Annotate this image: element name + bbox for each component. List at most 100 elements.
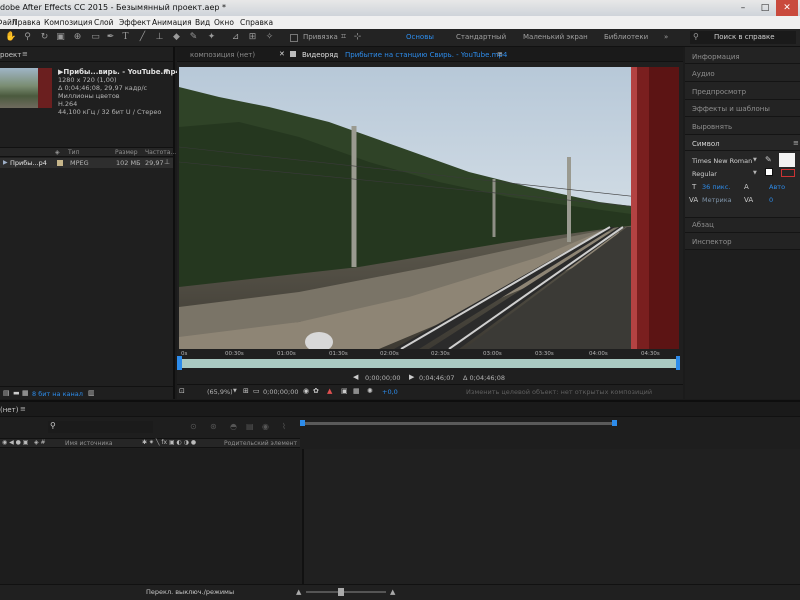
axis-view-icon[interactable]: ✧ bbox=[264, 32, 275, 43]
menu-view[interactable]: Вид bbox=[195, 16, 210, 29]
project-tab[interactable]: роект bbox=[0, 51, 21, 59]
color-management-icon[interactable]: ✺ bbox=[367, 387, 373, 395]
rate-column-header[interactable]: Частота... bbox=[145, 149, 176, 156]
maximize-button[interactable]: □ bbox=[754, 0, 776, 16]
paragraph-panel-tab[interactable]: Абзац bbox=[692, 221, 714, 229]
project-search-field[interactable] bbox=[4, 119, 170, 129]
pan-behind-tool-icon[interactable]: ⊕ bbox=[72, 32, 83, 43]
minimize-button[interactable]: – bbox=[732, 0, 754, 16]
eyedropper-icon[interactable]: ✎ bbox=[765, 155, 772, 164]
interpret-footage-icon[interactable]: ▤ bbox=[3, 389, 10, 397]
exposure-value[interactable]: +0,0 bbox=[382, 388, 398, 396]
grid-toggle-icon[interactable]: ⊞ bbox=[243, 387, 249, 395]
shy-layers-icon[interactable]: ◓ bbox=[230, 422, 237, 431]
project-item-row[interactable]: ▶ Прибы...p4 MPEG 102 MБ 29,97 ⊥ bbox=[0, 158, 173, 168]
camera-tool-icon[interactable]: ▣ bbox=[55, 32, 66, 43]
toggle-switches-modes[interactable]: Перекл. выключ./режимы bbox=[146, 588, 234, 596]
kerning-value[interactable]: Метрика bbox=[702, 196, 732, 204]
clone-stamp-tool-icon[interactable]: ⊥ bbox=[154, 32, 165, 43]
zoom-level[interactable]: (65,9%) bbox=[207, 388, 233, 396]
type-column-header[interactable]: Тип bbox=[68, 149, 80, 156]
go-to-out-point-icon[interactable]: ▶ bbox=[409, 373, 414, 381]
work-area-start-handle[interactable] bbox=[300, 420, 305, 426]
close-footage-tab-icon[interactable]: ✕ bbox=[279, 50, 285, 58]
menu-animation[interactable]: Анимация bbox=[152, 16, 192, 29]
close-button[interactable]: ✕ bbox=[776, 0, 798, 16]
work-area-end-handle[interactable] bbox=[612, 420, 617, 426]
font-family-dropdown[interactable]: Times New Roman bbox=[692, 157, 752, 165]
preview-panel-tab[interactable]: Предпросмотр bbox=[692, 88, 746, 96]
brush-tool-icon[interactable]: ╱ bbox=[137, 32, 148, 43]
graph-editor-icon[interactable]: ⌇ bbox=[282, 422, 286, 431]
help-search-field[interactable]: ⚲ Поиск в справке bbox=[690, 31, 796, 44]
workspace-libraries[interactable]: Библиотеки bbox=[604, 33, 648, 41]
footage-dropdown-icon[interactable]: ▼ bbox=[164, 68, 169, 75]
no-stroke-icon[interactable] bbox=[781, 169, 795, 177]
delete-icon[interactable]: ▥ bbox=[88, 389, 95, 397]
font-style-dropdown[interactable]: Regular bbox=[692, 170, 717, 178]
font-size-value[interactable]: 36 пикс. bbox=[702, 183, 730, 191]
inspector-panel-tab[interactable]: Инспектор bbox=[692, 238, 732, 246]
pen-tool-icon[interactable]: ✒ bbox=[105, 32, 116, 43]
timeline-menu-icon[interactable]: ≡ bbox=[20, 405, 26, 413]
align-panel-tab[interactable]: Выровнять bbox=[692, 123, 732, 131]
region-of-interest-icon[interactable]: ▣ bbox=[341, 387, 348, 395]
go-to-in-point-icon[interactable]: ◀ bbox=[353, 373, 358, 381]
snap-guide-icon[interactable]: ⊹ bbox=[352, 32, 363, 43]
footage-tab-label[interactable]: Видеоряд bbox=[302, 51, 338, 59]
new-folder-icon[interactable]: ▬ bbox=[13, 389, 20, 397]
viewer-menu-icon[interactable]: ≡ bbox=[497, 50, 503, 58]
effects-presets-panel-tab[interactable]: Эффекты и шаблоны bbox=[692, 105, 770, 113]
bit-depth-label[interactable]: 8 бит на канал bbox=[32, 390, 83, 398]
show-snapshot-icon[interactable]: ✿ bbox=[313, 387, 319, 395]
workspace-menu-icon[interactable]: » bbox=[664, 33, 668, 41]
size-column-header[interactable]: Размер bbox=[115, 149, 138, 156]
timeline-track-area[interactable] bbox=[302, 449, 800, 586]
workspace-standard[interactable]: Стандартный bbox=[456, 33, 506, 41]
channel-icon[interactable]: ▲ bbox=[327, 387, 332, 395]
menu-edit[interactable]: Правка bbox=[12, 16, 41, 29]
menu-help[interactable]: Справка bbox=[240, 16, 273, 29]
info-panel-tab[interactable]: Информация bbox=[692, 53, 740, 61]
playhead-marker[interactable] bbox=[177, 356, 182, 370]
rectangle-tool-icon[interactable]: ▭ bbox=[90, 32, 101, 43]
puppet-pin-tool-icon[interactable]: ✦ bbox=[206, 32, 217, 43]
zoom-in-icon[interactable]: ▲ bbox=[390, 588, 395, 596]
audio-panel-tab[interactable]: Аудио bbox=[692, 70, 715, 78]
comp-mini-flowchart-icon[interactable]: ⊙ bbox=[190, 422, 197, 431]
rotate-tool-icon[interactable]: ↻ bbox=[39, 32, 50, 43]
time-ruler[interactable]: 0s 00:30s 01:00s 01:30s 02:00s 02:30s 03… bbox=[177, 351, 680, 370]
axis-local-icon[interactable]: ⊿ bbox=[230, 32, 241, 43]
transparency-grid-icon[interactable]: ▦ bbox=[353, 387, 360, 395]
parent-header[interactable]: Родительский элемент bbox=[224, 440, 297, 447]
character-panel-menu-icon[interactable]: ≡ bbox=[793, 139, 799, 147]
zoom-out-icon[interactable]: ▲ bbox=[296, 588, 301, 596]
source-name-header[interactable]: Имя источника bbox=[65, 440, 113, 447]
type-tool-icon[interactable]: T bbox=[120, 32, 131, 43]
workspace-small-screen[interactable]: Маленький экран bbox=[523, 33, 588, 41]
snapshot-icon[interactable]: ◉ bbox=[303, 387, 309, 395]
axis-world-icon[interactable]: ⊞ bbox=[247, 32, 258, 43]
character-panel-tab[interactable]: Символ bbox=[692, 140, 720, 148]
footage-tab-file[interactable]: Прибытие на станцию Свирь. - YouTube.mp4 bbox=[345, 51, 507, 59]
workspace-basics[interactable]: Основы bbox=[406, 33, 434, 41]
current-time-display[interactable]: 0;00;00;00 bbox=[263, 388, 299, 396]
zoom-slider-handle[interactable] bbox=[338, 588, 344, 596]
zoom-tool-icon[interactable]: ⚲ bbox=[22, 32, 33, 43]
lock-icon[interactable] bbox=[290, 51, 296, 57]
font-family-dropdown-icon[interactable]: ▼ bbox=[753, 157, 757, 163]
leading-value[interactable]: Авто bbox=[769, 183, 785, 191]
timeline-search-field[interactable]: ⚲ bbox=[48, 421, 153, 433]
zoom-dropdown-icon[interactable]: ▼ bbox=[233, 388, 237, 394]
new-composition-icon[interactable]: ▦ bbox=[22, 389, 29, 397]
menu-composition[interactable]: Композиция bbox=[44, 16, 92, 29]
stroke-color-swatch[interactable] bbox=[765, 168, 773, 176]
frame-blending-icon[interactable]: ▤ bbox=[246, 422, 254, 431]
magnification-icon[interactable]: ⊡ bbox=[179, 387, 185, 395]
label-column-icon[interactable]: ◈ bbox=[55, 149, 60, 156]
timeline-tab[interactable]: (нет) bbox=[0, 406, 18, 414]
out-point-marker[interactable] bbox=[676, 356, 680, 370]
mask-toggle-icon[interactable]: ▭ bbox=[253, 387, 260, 395]
menu-layer[interactable]: Слой bbox=[94, 16, 114, 29]
hand-tool-icon[interactable]: ✋ bbox=[5, 32, 16, 43]
